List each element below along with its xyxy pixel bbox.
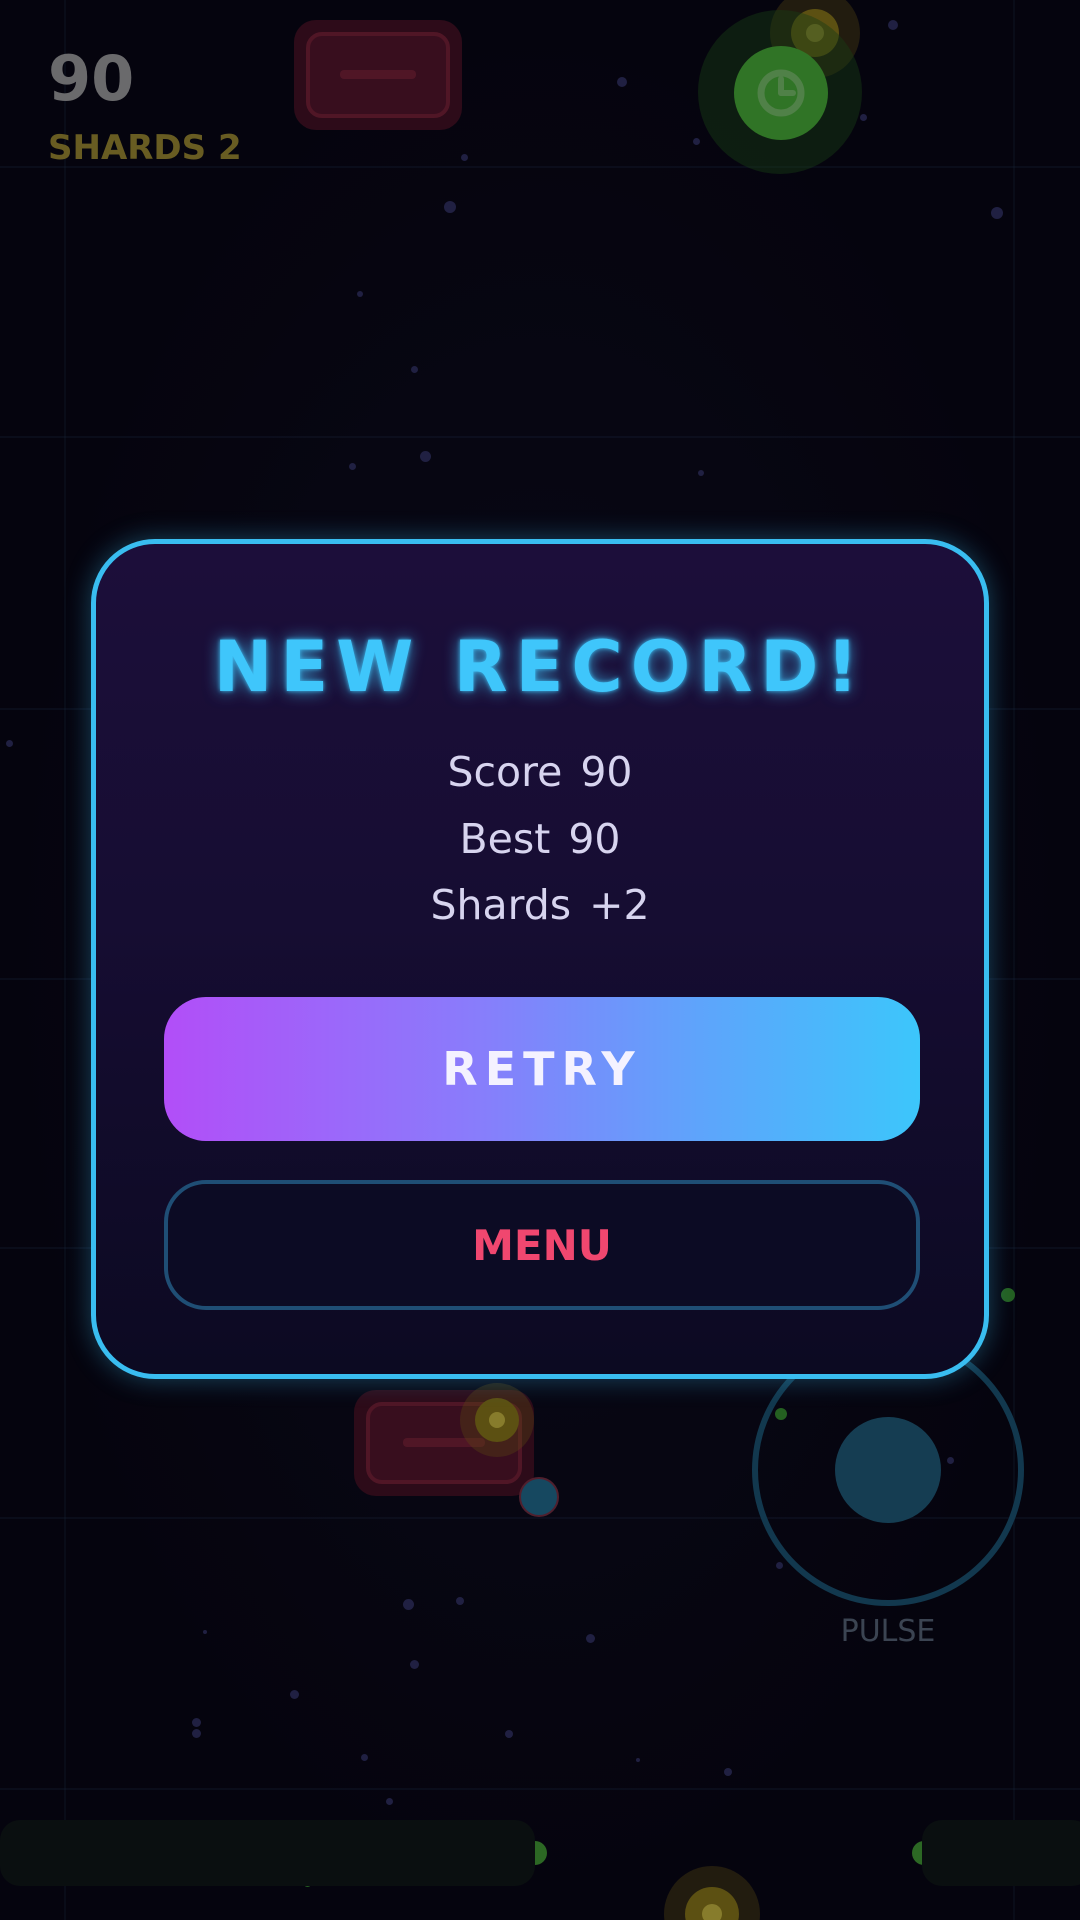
game-over-dialog: NEW RECORD! Score 90 Best 90 Shards +2 RETR… <box>91 539 989 1379</box>
retry-button-label: RETRY <box>442 1042 642 1096</box>
menu-button[interactable]: MENU <box>164 1180 920 1310</box>
stat-best-label: Best <box>459 815 551 863</box>
stat-score-label: Score <box>447 748 563 796</box>
stat-score: Score 90 <box>96 748 984 796</box>
stat-best: Best 90 <box>96 815 984 863</box>
stat-shards-label: Shards <box>430 881 572 929</box>
dialog-title: NEW RECORD! <box>213 626 867 708</box>
stat-shards-value: +2 <box>589 881 650 929</box>
stat-shards: Shards +2 <box>96 881 984 929</box>
stat-score-value: 90 <box>580 748 633 796</box>
stat-best-value: 90 <box>568 815 621 863</box>
menu-button-label: MENU <box>472 1220 612 1270</box>
retry-button[interactable]: RETRY <box>164 997 920 1141</box>
